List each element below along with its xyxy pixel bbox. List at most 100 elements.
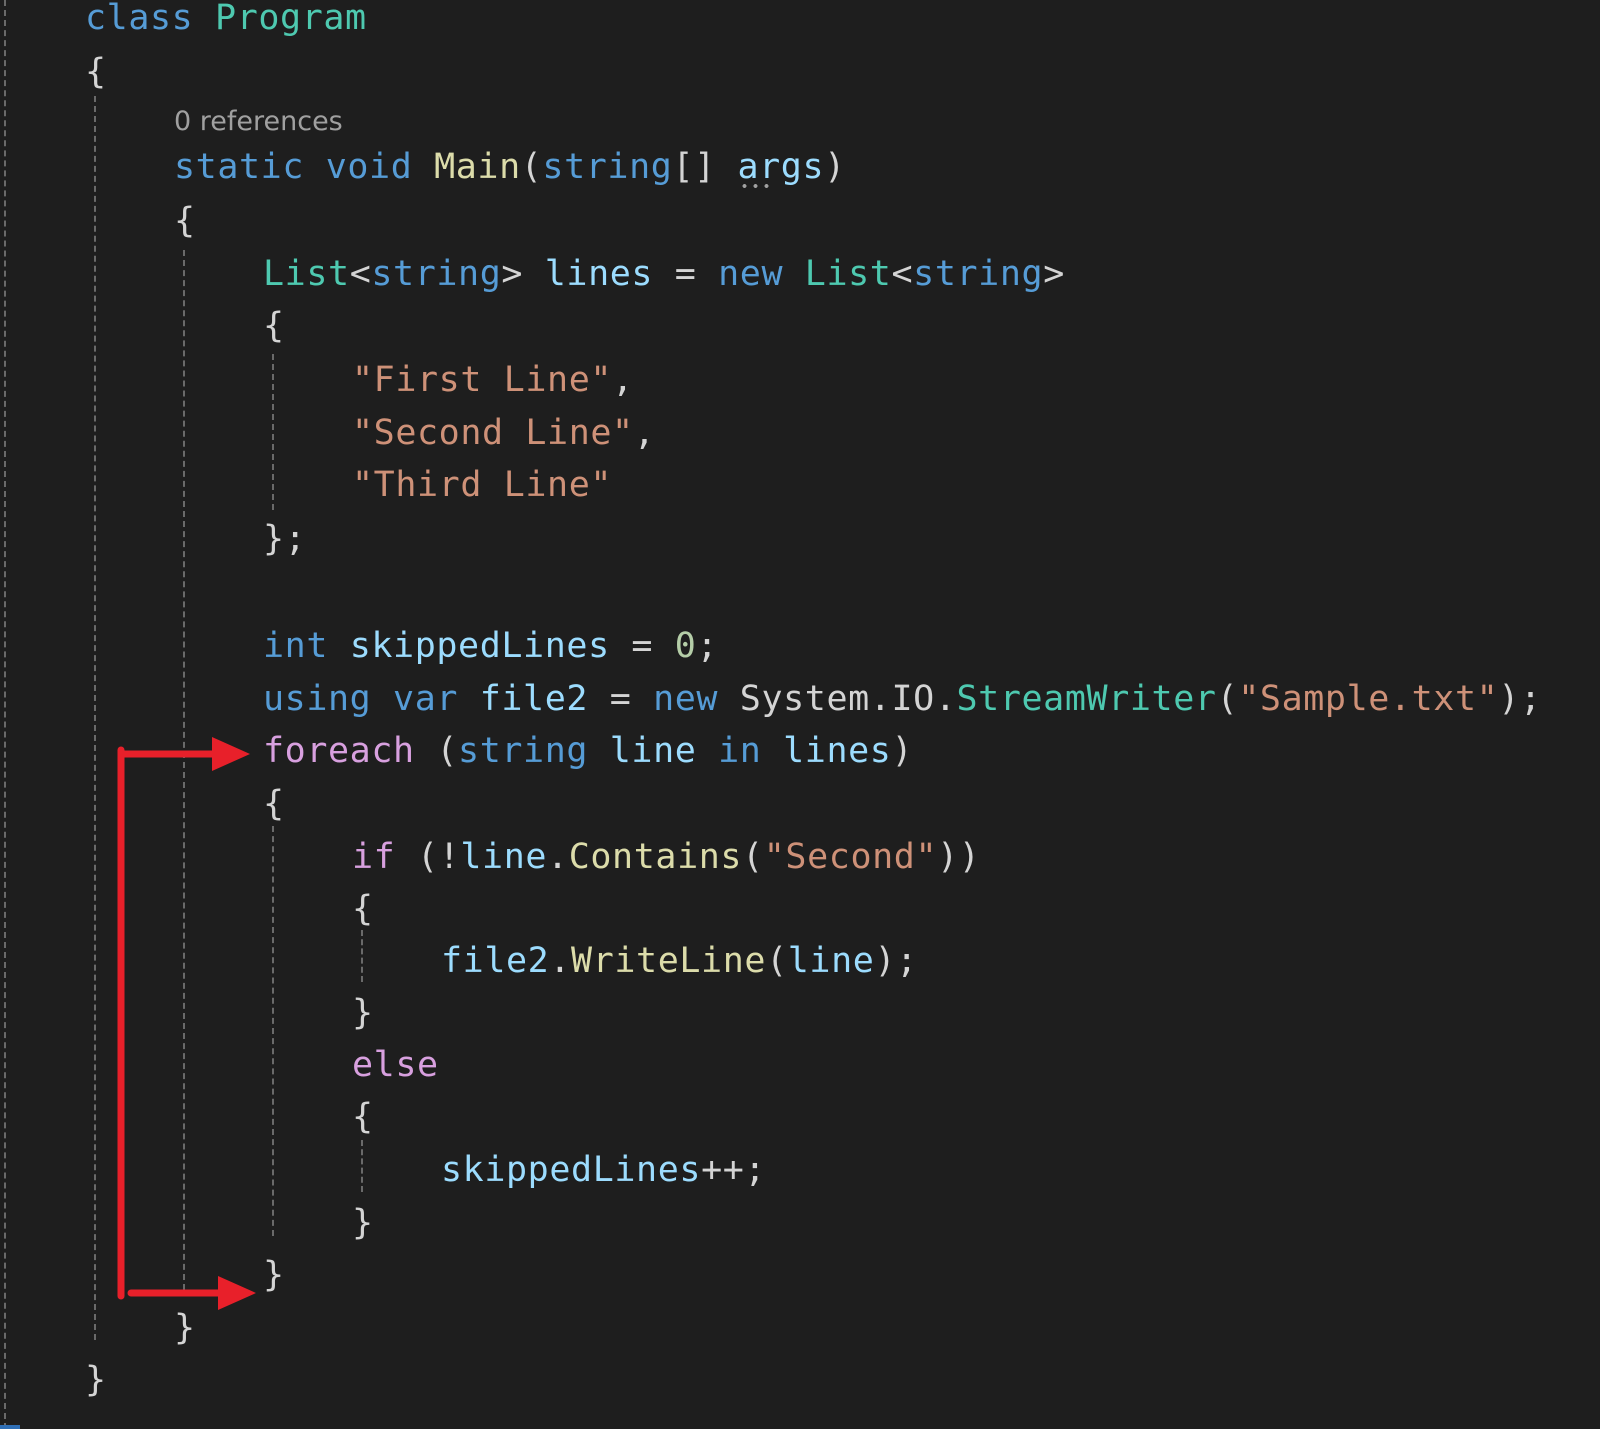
code-token: (: [520, 147, 543, 187]
code-line[interactable]: List<string> lines = new List<string>: [263, 249, 1065, 299]
code-line[interactable]: };: [263, 514, 306, 564]
code-line[interactable]: if (!line.Contains("Second")): [352, 832, 980, 882]
code-token: }: [352, 1203, 374, 1243]
indent-guide-if-body: [361, 930, 363, 982]
code-token: ): [891, 731, 914, 771]
code-token: string: [371, 254, 502, 294]
code-token: };: [263, 519, 307, 559]
code-token: 0: [674, 626, 697, 666]
code-token: line: [787, 941, 875, 981]
code-token: skippedLines: [349, 626, 610, 666]
code-token: }: [85, 1360, 107, 1400]
code-token: (!: [395, 837, 461, 877]
code-token: line: [460, 837, 548, 877]
code-token: Contains: [568, 837, 743, 877]
code-line[interactable]: {: [263, 779, 285, 829]
code-token: void: [325, 147, 413, 187]
code-line[interactable]: }: [352, 1198, 374, 1248]
code-token: static: [174, 147, 305, 187]
code-token: new: [718, 254, 784, 294]
code-token: {: [352, 889, 374, 929]
code-line[interactable]: }: [85, 1355, 107, 1405]
code-line[interactable]: static void Main(string[] args): [174, 142, 846, 192]
code-line[interactable]: }: [174, 1303, 196, 1353]
code-token: <: [891, 254, 914, 294]
code-token: (: [766, 941, 788, 981]
code-token: class: [85, 0, 194, 38]
code-token: {: [263, 784, 285, 824]
code-line[interactable]: }: [352, 988, 374, 1038]
code-token: =: [588, 679, 654, 719]
code-line[interactable]: using var file2 = new System.IO.StreamWr…: [263, 674, 1542, 724]
code-token: using: [263, 679, 372, 719]
code-token: int: [263, 626, 329, 666]
code-token: {: [174, 201, 196, 241]
indent-guide-collection-initializer: [272, 354, 274, 510]
code-token: string: [913, 254, 1044, 294]
code-token: lines: [783, 731, 892, 771]
code-token: ;: [696, 626, 719, 666]
code-line[interactable]: int skippedLines = 0;: [263, 621, 718, 671]
code-token: =: [609, 626, 675, 666]
code-token: ++;: [701, 1150, 767, 1190]
code-line[interactable]: "First Line",: [352, 355, 634, 405]
status-accent-bar: [0, 1425, 20, 1429]
code-token: >: [501, 254, 545, 294]
codelens-references[interactable]: 0 references: [174, 100, 343, 144]
code-token: lines: [544, 254, 654, 294]
code-token: "Second": [763, 837, 938, 877]
code-token: List: [804, 254, 892, 294]
code-token: in: [718, 731, 762, 771]
code-token: foreach: [263, 731, 415, 771]
code-token: StreamWriter: [956, 679, 1217, 719]
code-token: (: [414, 731, 459, 771]
code-editor[interactable]: 0 references class Program { static void M…: [0, 0, 1600, 1429]
code-token: .: [549, 941, 572, 981]
code-line[interactable]: }: [263, 1250, 285, 1300]
code-token: }: [263, 1255, 285, 1295]
code-token: .: [547, 837, 569, 877]
code-token: ): [824, 147, 846, 187]
code-token: []: [672, 147, 738, 187]
code-token: }: [352, 993, 374, 1033]
code-line[interactable]: {: [85, 47, 107, 97]
code-line[interactable]: {: [263, 301, 285, 351]
code-line[interactable]: "Second Line",: [352, 408, 655, 458]
code-token: skippedLines: [441, 1150, 702, 1190]
code-token: <: [349, 254, 372, 294]
code-line[interactable]: else: [352, 1040, 439, 1090]
code-token: Program: [215, 0, 367, 38]
code-token: args: [737, 142, 824, 192]
code-token: {: [85, 52, 107, 92]
code-token: ,: [612, 360, 634, 400]
indent-guide-class-body: [94, 96, 96, 1340]
code-token: file2: [479, 679, 589, 719]
code-token: "First Line": [352, 360, 613, 400]
code-token: Main: [434, 147, 521, 187]
left-margin-guide: [4, 0, 6, 1429]
indent-guide-else-body: [361, 1140, 363, 1192]
code-token: "Second Line": [352, 413, 634, 453]
annotation-arrowhead-bottom: [218, 1276, 256, 1310]
code-line[interactable]: skippedLines++;: [441, 1145, 766, 1195]
code-line[interactable]: "Third Line": [352, 460, 612, 510]
code-token: "Sample.txt": [1238, 679, 1499, 719]
code-token: string: [542, 147, 673, 187]
code-line[interactable]: class Program: [85, 0, 367, 43]
code-line[interactable]: {: [352, 884, 374, 934]
code-line[interactable]: {: [352, 1092, 374, 1142]
code-line[interactable]: file2.WriteLine(line);: [441, 936, 918, 986]
code-token: List: [263, 254, 350, 294]
code-token: );: [874, 941, 918, 981]
code-line[interactable]: foreach (string line in lines): [263, 726, 913, 776]
code-line[interactable]: {: [174, 196, 196, 246]
